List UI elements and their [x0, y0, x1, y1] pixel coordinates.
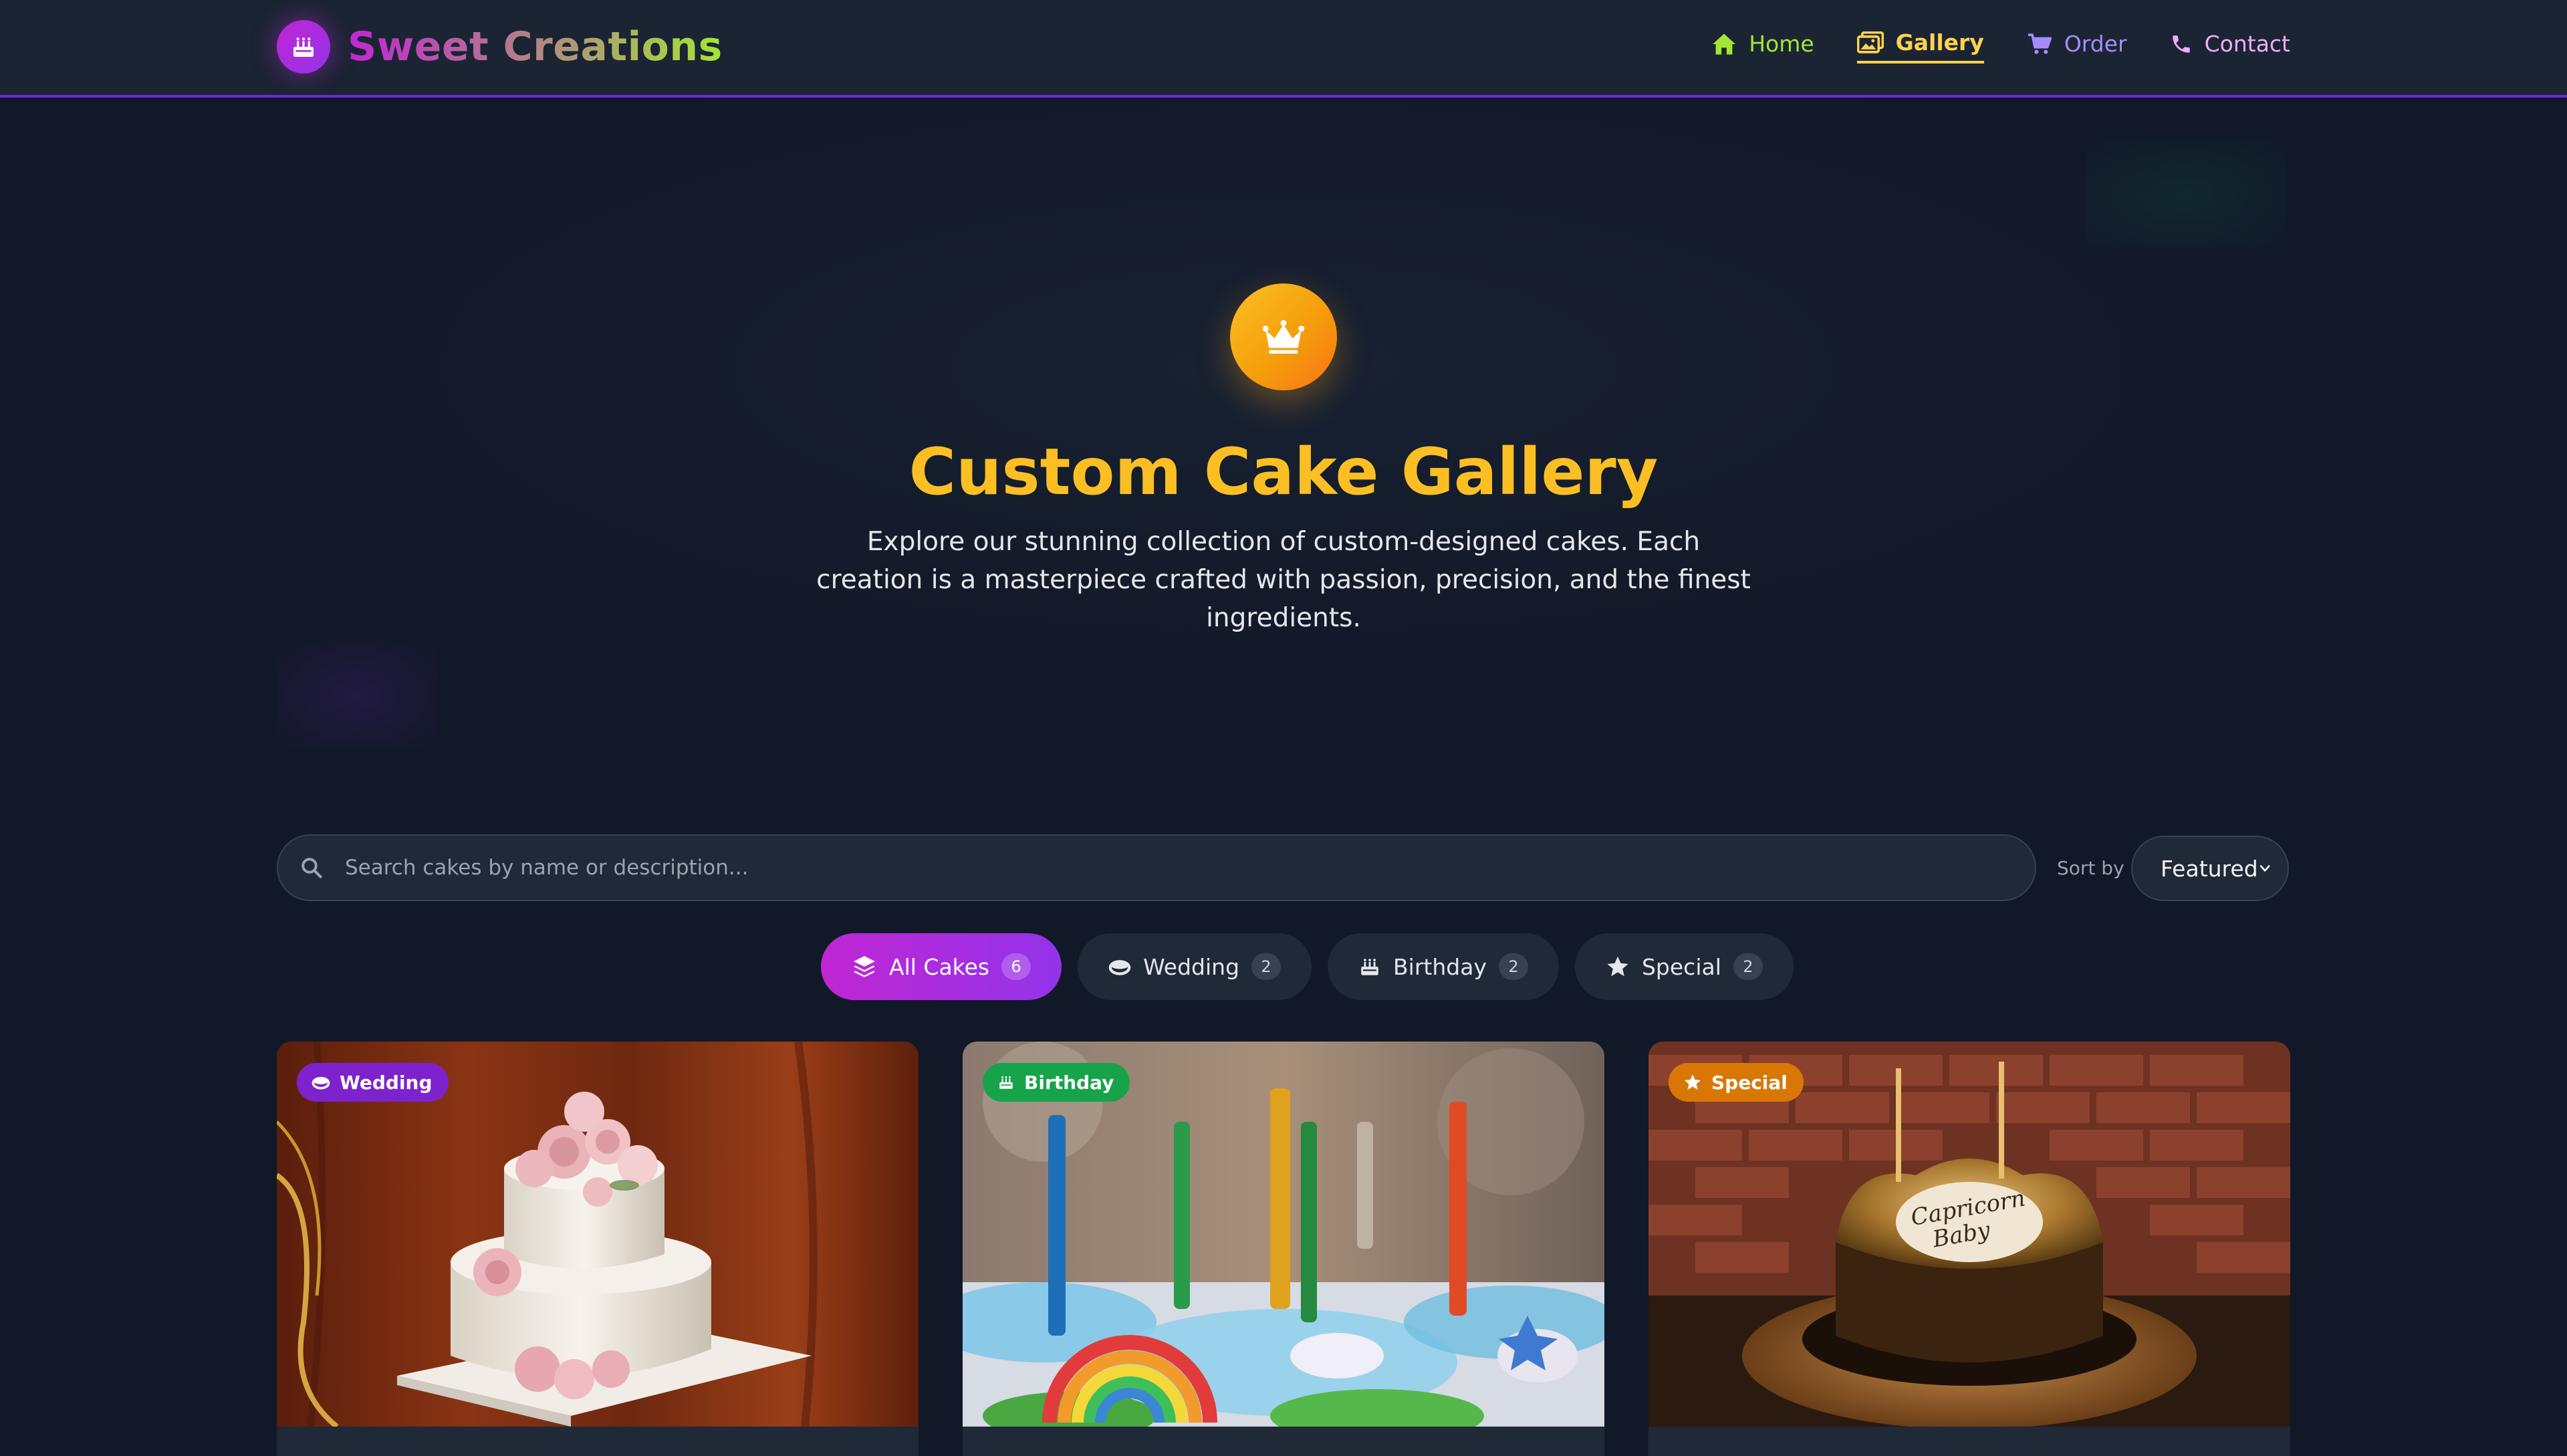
home-icon: [1713, 33, 1736, 54]
search-icon: [299, 856, 324, 880]
phone-icon: [2172, 35, 2190, 53]
nav-home[interactable]: Home: [1711, 31, 1814, 62]
page-title: Custom Cake Gallery: [908, 435, 1659, 509]
filter-count-badge: 6: [1001, 953, 1031, 980]
filter-birthday-label: Birthday: [1393, 953, 1487, 980]
filter-count-badge: 2: [1251, 953, 1281, 980]
category-badge: Special: [1669, 1063, 1804, 1102]
nav-order-label: Order: [2064, 31, 2127, 57]
cake-icon: [999, 1076, 1013, 1089]
card-footer: [1648, 1427, 2290, 1456]
page-subtitle: Explore our stunning collection of custo…: [816, 527, 1751, 633]
layers-icon: [854, 956, 875, 977]
nav-gallery[interactable]: Gallery: [1856, 29, 1984, 64]
category-filters: All Cakes 6 Wedding 2 Birthday 2 Special…: [821, 933, 1810, 1000]
card-footer: [277, 1427, 919, 1456]
star-icon: [1684, 1074, 1701, 1090]
category-badge-label: Birthday: [1024, 1071, 1114, 1094]
nav-contact-label: Contact: [2204, 31, 2290, 57]
category-badge-label: Wedding: [340, 1071, 433, 1094]
brand-logo-link[interactable]: Sweet Creations: [277, 20, 723, 74]
cake-card[interactable]: Birthday: [963, 1042, 1604, 1456]
filter-count-badge: 2: [1498, 953, 1528, 980]
search-input[interactable]: [344, 855, 2035, 880]
filter-count-badge: 2: [1733, 953, 1763, 980]
category-badge: Birthday: [983, 1063, 1130, 1102]
filter-wedding[interactable]: Wedding 2: [1078, 933, 1312, 1000]
main-nav: Home Gallery Order Contact: [1669, 29, 2290, 64]
category-badge: Wedding: [297, 1063, 449, 1102]
ring-icon: [1108, 960, 1131, 975]
top-navbar: Sweet Creations Home Gallery Order Conta…: [0, 0, 2567, 98]
filter-wedding-label: Wedding: [1143, 953, 1240, 980]
cart-icon: [2028, 33, 2052, 54]
crown-icon: [1230, 283, 1337, 390]
chevron-down-icon: [2259, 865, 2270, 872]
filter-birthday[interactable]: Birthday 2: [1328, 933, 1559, 1000]
ring-icon: [312, 1076, 330, 1090]
nav-order[interactable]: Order: [2027, 31, 2127, 62]
decorative-glow: [277, 642, 437, 749]
star-icon: [1607, 956, 1628, 977]
sort-selected-value: Featured: [2161, 855, 2258, 882]
sort-select[interactable]: Featured: [2131, 836, 2289, 901]
nav-home-label: Home: [1749, 31, 1814, 57]
filter-special-label: Special: [1641, 953, 1721, 980]
nav-gallery-label: Gallery: [1895, 29, 1984, 55]
cake-icon: [1361, 959, 1378, 975]
search-bar: [277, 834, 2036, 901]
decorative-glow: [2086, 140, 2286, 247]
filter-special[interactable]: Special 2: [1574, 933, 1794, 1000]
cake-card[interactable]: Capricorn Baby Special: [1648, 1042, 2290, 1456]
sort-label: Sort by: [2057, 857, 2124, 879]
brand-name: Sweet Creations: [348, 23, 723, 70]
cake-card[interactable]: Wedding: [277, 1042, 919, 1456]
cake-icon: [277, 20, 330, 74]
images-icon: [1856, 31, 1884, 53]
nav-contact[interactable]: Contact: [2170, 31, 2290, 62]
filter-all-cakes[interactable]: All Cakes 6: [821, 933, 1062, 1000]
card-footer: [963, 1427, 1604, 1456]
category-badge-label: Special: [1711, 1071, 1788, 1094]
filter-all-cakes-label: All Cakes: [889, 953, 990, 980]
